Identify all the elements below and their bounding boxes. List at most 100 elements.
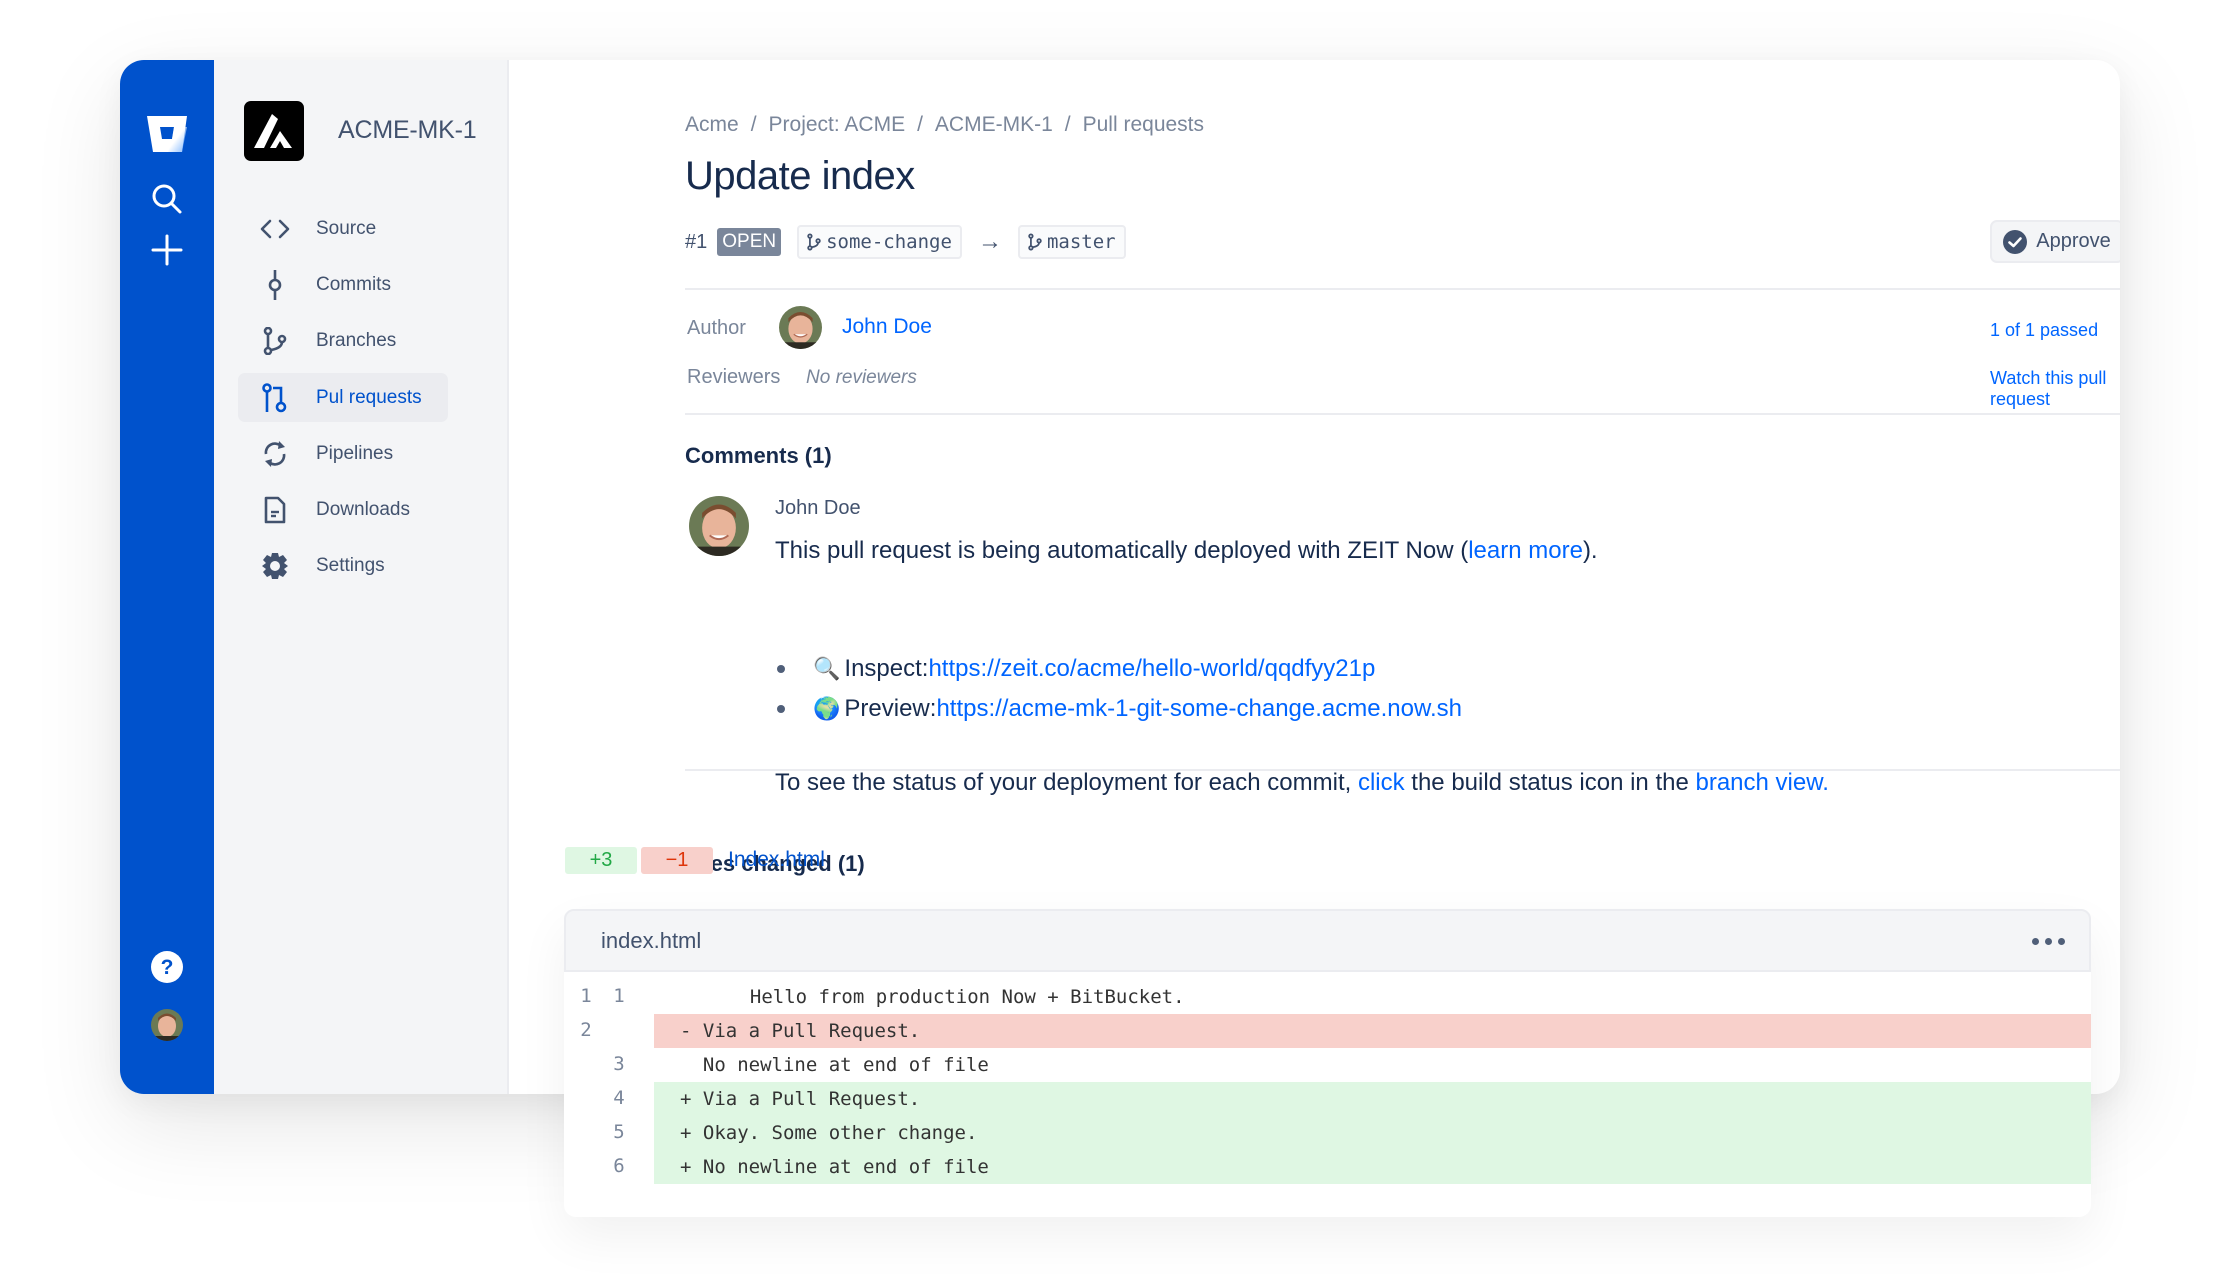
branch-view-link[interactable]: branch view. bbox=[1695, 769, 1828, 796]
breadcrumb: Acme / Project: ACME / ACME-MK-1 / Pull reques… bbox=[685, 113, 1204, 137]
reviewers-label: Reviewers bbox=[687, 366, 781, 388]
nav-item-label: Branches bbox=[316, 329, 397, 351]
builds-status-link[interactable]: 1 of 1 passed bbox=[1990, 320, 2098, 341]
target-branch[interactable]: master bbox=[1017, 225, 1126, 259]
preview-label: Preview: bbox=[844, 695, 937, 722]
diff-lines: 11 Hello from production Now + BitBucket… bbox=[564, 980, 2091, 1184]
diff-line-added: 4 + Via a Pull Request. bbox=[564, 1082, 2091, 1116]
magnifier-icon: 🔍 bbox=[813, 656, 841, 682]
global-nav: ? bbox=[120, 60, 214, 1094]
project-logo[interactable] bbox=[244, 101, 304, 161]
code-icon bbox=[258, 218, 292, 240]
comment-text: This pull request is being automatically… bbox=[775, 537, 1598, 565]
status-text-part: the build status icon in the bbox=[1404, 769, 1696, 796]
author-avatar bbox=[779, 306, 822, 349]
arrow-right-icon: → bbox=[977, 228, 1002, 255]
pull-request-icon bbox=[258, 382, 292, 413]
nav-item-source[interactable]: Source bbox=[238, 204, 448, 253]
nav-item-pull-requests[interactable]: Pul requests bbox=[238, 373, 448, 422]
deployment-status-text: To see the status of your deployment for… bbox=[775, 769, 1829, 797]
source-branch[interactable]: some-change bbox=[797, 225, 962, 259]
diff-line-added: 6 + No newline at end of file bbox=[564, 1150, 2091, 1184]
diff-line-code: + No newline at end of file bbox=[654, 1150, 2091, 1184]
nav-item-downloads[interactable]: Downloads bbox=[238, 485, 448, 534]
nav-item-label: Settings bbox=[316, 554, 385, 576]
divider bbox=[685, 769, 2120, 771]
svg-text:?: ? bbox=[161, 956, 174, 979]
watch-pr-link[interactable]: Watch this pull request bbox=[1990, 368, 2120, 410]
author-name-link[interactable]: John Doe bbox=[842, 315, 932, 339]
breadcrumb-item[interactable]: Pull requests bbox=[1083, 113, 1204, 136]
user-avatar[interactable] bbox=[120, 1008, 214, 1042]
nav-item-commits[interactable]: Commits bbox=[238, 260, 448, 309]
bullet-dot bbox=[777, 665, 785, 673]
inspect-label: Inspect: bbox=[844, 655, 929, 682]
new-line-number: 3 bbox=[613, 1053, 625, 1075]
pr-meta-row: #1 OPEN some-change → master bbox=[685, 225, 1126, 259]
commit-icon bbox=[258, 269, 292, 300]
diff-filename: index.html bbox=[601, 928, 702, 953]
diff-line-context: 3 No newline at end of file bbox=[564, 1048, 2091, 1082]
approve-label: Approve bbox=[2036, 230, 2111, 252]
author-label: Author bbox=[687, 317, 746, 339]
bitbucket-logo-icon[interactable] bbox=[120, 114, 214, 154]
preview-url-link[interactable]: https://acme-mk-1-git-some-change.acme.n… bbox=[936, 695, 1462, 723]
diff-line-code: + Via a Pull Request. bbox=[654, 1082, 2091, 1116]
approve-button[interactable]: Approve bbox=[1990, 220, 2120, 263]
additions-badge: +3 bbox=[565, 847, 637, 874]
comments-title: Comments (1) bbox=[685, 443, 832, 468]
status-badge: OPEN bbox=[717, 228, 782, 256]
comment-text-part: ). bbox=[1582, 537, 1598, 564]
branch-icon bbox=[1028, 233, 1042, 251]
divider bbox=[685, 413, 2120, 415]
breadcrumb-item[interactable]: ACME-MK-1 bbox=[935, 113, 1053, 136]
breadcrumb-separator: / bbox=[917, 113, 923, 136]
comment-author: John Doe bbox=[775, 497, 861, 519]
deletions-badge: −1 bbox=[641, 847, 713, 874]
nav-item-branches[interactable]: Branches bbox=[238, 316, 448, 365]
project-sidebar: ACME-MK-1 Source Commits Branches Pul re… bbox=[214, 60, 509, 1094]
breadcrumb-item[interactable]: Acme bbox=[685, 113, 739, 136]
diff-more-icon[interactable] bbox=[2032, 938, 2065, 945]
target-branch-name: master bbox=[1046, 231, 1116, 253]
nav-item-pipelines[interactable]: Pipelines bbox=[238, 429, 448, 478]
breadcrumb-separator: / bbox=[1064, 113, 1071, 136]
help-icon[interactable]: ? bbox=[120, 950, 214, 984]
old-line-number: 1 bbox=[580, 985, 592, 1007]
diff-line-code: No newline at end of file bbox=[680, 1054, 989, 1076]
check-circle-icon bbox=[2003, 229, 2028, 254]
new-line-number: 1 bbox=[613, 985, 625, 1007]
new-line-number: 4 bbox=[613, 1087, 625, 1109]
search-icon[interactable] bbox=[120, 182, 214, 216]
nav-item-label: Source bbox=[316, 217, 377, 239]
breadcrumb-item[interactable]: Project: ACME bbox=[769, 113, 906, 136]
document-icon bbox=[258, 496, 292, 524]
click-link[interactable]: click bbox=[1358, 769, 1405, 796]
diff-line-code: - Via a Pull Request. bbox=[654, 1014, 2091, 1048]
new-line-number: 6 bbox=[613, 1155, 625, 1177]
plus-icon[interactable] bbox=[120, 233, 214, 267]
branch-icon bbox=[807, 233, 821, 251]
file-link[interactable]: Index.html bbox=[728, 848, 825, 872]
status-text-part: To see the status of your deployment for… bbox=[775, 769, 1358, 796]
bullet-dot bbox=[777, 705, 785, 713]
diff-header: index.html bbox=[564, 909, 2091, 972]
old-line-number: 2 bbox=[580, 1019, 592, 1041]
page-title: Update index bbox=[685, 154, 915, 198]
pipelines-icon bbox=[258, 440, 292, 468]
preview-bullet: 🌍 Preview: https://acme-mk-1-git-some-ch… bbox=[775, 695, 1462, 723]
diff-line-added: 5 + Okay. Some other change. bbox=[564, 1116, 2091, 1150]
new-line-number: 5 bbox=[613, 1121, 625, 1143]
branch-icon bbox=[258, 326, 292, 355]
project-name[interactable]: ACME-MK-1 bbox=[338, 116, 477, 145]
inspect-url-link[interactable]: https://zeit.co/acme/hello-world/qqdfyy2… bbox=[928, 655, 1375, 683]
nav-item-label: Commits bbox=[316, 273, 391, 295]
diff-line-context: 11 Hello from production Now + BitBucket… bbox=[564, 980, 2091, 1014]
learn-more-link[interactable]: learn more bbox=[1468, 537, 1583, 564]
diff-card: index.html 11 Hello from production Now … bbox=[564, 909, 2091, 1217]
gear-icon bbox=[258, 552, 292, 580]
nav-item-settings[interactable]: Settings bbox=[238, 541, 448, 590]
comment-text-part: This pull request is being automatically… bbox=[775, 537, 1469, 564]
diff-line-code: + Okay. Some other change. bbox=[654, 1116, 2091, 1150]
pr-number: #1 bbox=[685, 230, 708, 253]
